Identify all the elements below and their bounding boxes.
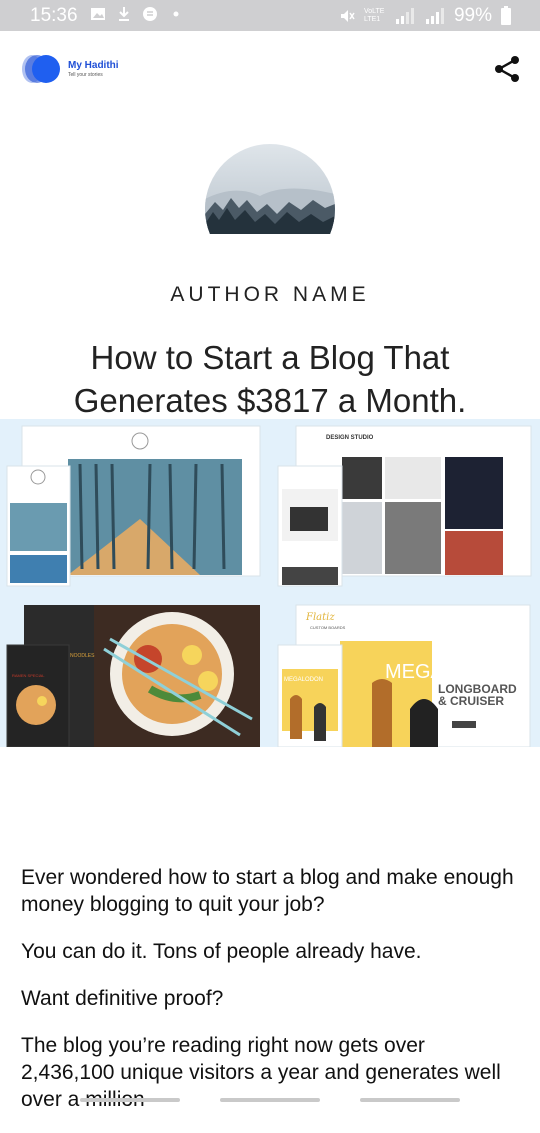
share-icon[interactable] xyxy=(494,55,520,83)
paragraph-3: Want definitive proof? xyxy=(21,987,224,1010)
battery-percent: 99% xyxy=(453,5,492,26)
signal-icon xyxy=(395,8,414,24)
title-line-2: Generates $3817 a Month. xyxy=(73,382,467,419)
app-notification-icon xyxy=(143,7,157,21)
board-sub: CUSTOM BOARDS xyxy=(310,625,346,630)
author-name: AUTHOR NAME xyxy=(170,283,370,306)
gallery-icon xyxy=(91,8,105,20)
battery-icon xyxy=(501,6,511,25)
board-line-2: & CRUISER xyxy=(438,694,504,708)
website-templates-collage: DESIGN STUDIO NOODLES RAMEN SPECIAL Flat… xyxy=(6,425,532,747)
article-body: Ever wondered how to start a blog and ma… xyxy=(21,864,523,1133)
system-icons: VoLTE LTE1 99% xyxy=(338,5,512,27)
brand-name: My Hadithi xyxy=(68,59,119,71)
article-title: How to Start a Blog That Generates $3817… xyxy=(30,336,510,422)
paragraph-2: You can do it. Tons of people already ha… xyxy=(21,940,422,963)
nav-home-button[interactable] xyxy=(220,1098,320,1102)
volte-label: VoLTE LTE1 xyxy=(363,8,385,23)
dot-icon xyxy=(173,11,179,17)
nav-back-button[interactable] xyxy=(360,1098,460,1102)
signal-icon-2 xyxy=(425,8,444,24)
noodle-label: NOODLES xyxy=(70,653,95,659)
ramen-label: RAMEN SPECIAL xyxy=(12,673,45,678)
nav-recents-button[interactable] xyxy=(80,1098,180,1102)
brand-logo[interactable]: My Hadithi Tell your stories xyxy=(20,53,119,85)
title-line-1: How to Start a Blog That xyxy=(90,339,450,376)
paragraph-1: Ever wondered how to start a blog and ma… xyxy=(21,866,514,916)
system-navigation-bar xyxy=(0,1096,540,1110)
author-avatar[interactable] xyxy=(205,144,335,274)
status-bar: 15:36 VoLTE LTE1 99% xyxy=(0,0,540,31)
board-hero-title: MEGALODON xyxy=(385,661,515,683)
logo-icon xyxy=(22,55,60,83)
studio-label: DESIGN STUDIO xyxy=(326,435,374,441)
board-hero-small: MEGALODON xyxy=(284,677,323,683)
notification-icons xyxy=(90,6,184,22)
brand-text: My Hadithi Tell your stories xyxy=(68,60,119,79)
download-icon xyxy=(119,7,129,21)
board-brand: Flatiz xyxy=(305,612,335,623)
brand-tagline: Tell your stories xyxy=(68,71,103,78)
hero-image: DESIGN STUDIO NOODLES RAMEN SPECIAL Flat… xyxy=(0,419,540,747)
mute-icon xyxy=(340,10,355,22)
app-header: My Hadithi Tell your stories xyxy=(0,31,540,106)
status-time: 15:36 xyxy=(30,5,78,26)
